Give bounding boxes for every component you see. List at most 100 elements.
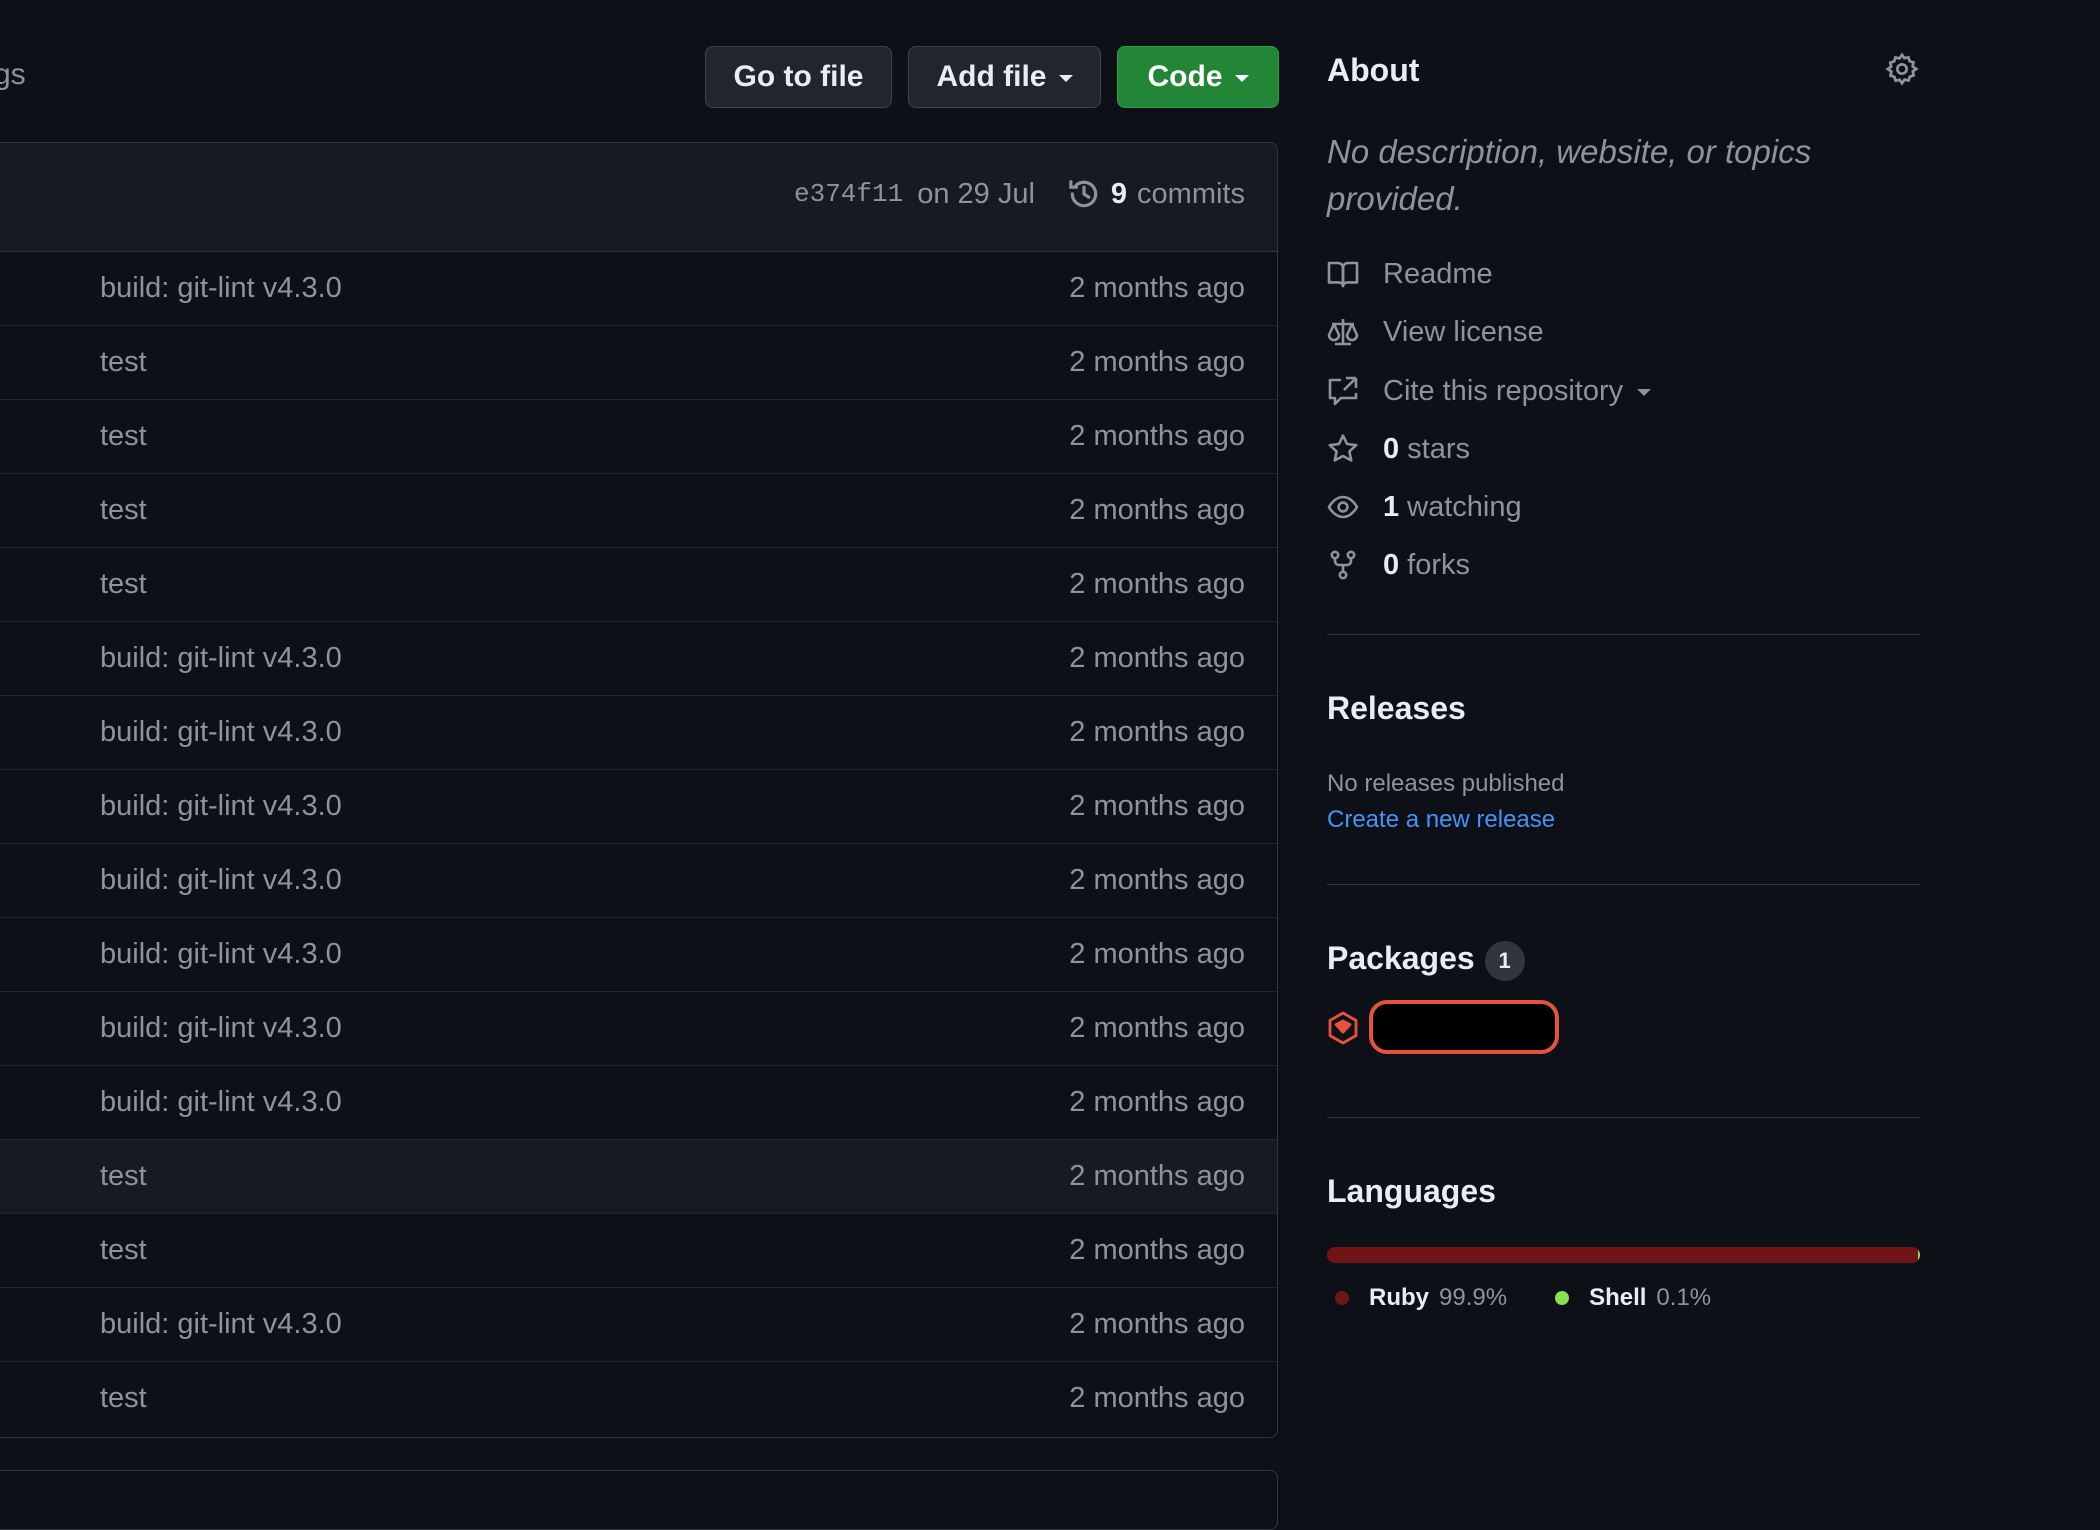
license-link[interactable]: View license xyxy=(1327,312,1544,352)
commit-message-link[interactable]: test xyxy=(100,1160,147,1193)
language-item[interactable]: Ruby 99.9% xyxy=(1335,1284,1507,1312)
about-title: About xyxy=(1327,52,1420,88)
commit-age: 2 months ago xyxy=(1069,272,1245,304)
watching-link[interactable]: 1 watching xyxy=(1327,487,1522,527)
readme-link[interactable]: Readme xyxy=(1327,254,1493,294)
commits-link[interactable]: 9 commits xyxy=(1067,177,1245,211)
gear-icon[interactable] xyxy=(1885,52,1919,86)
language-color-dot xyxy=(1555,1291,1570,1305)
section-divider xyxy=(1327,634,1920,635)
file-row[interactable]: build: git-lint v4.3.0 2 months ago xyxy=(0,1066,1277,1140)
languages-bar xyxy=(1327,1247,1920,1263)
file-row[interactable]: test 2 months ago xyxy=(0,548,1277,622)
file-row[interactable]: test 2 months ago xyxy=(0,1362,1277,1436)
code-button[interactable]: Code xyxy=(1117,46,1279,108)
language-bar-segment xyxy=(1918,1247,1920,1263)
packages-heading: Packages 1 xyxy=(1327,940,1525,981)
file-row[interactable]: test 2 months ago xyxy=(0,400,1277,474)
commit-message-link[interactable]: build: git-lint v4.3.0 xyxy=(100,272,342,305)
go-to-file-button[interactable]: Go to file xyxy=(705,46,892,108)
eye-icon xyxy=(1327,495,1359,519)
commit-date: on 29 Jul xyxy=(917,177,1035,210)
file-row[interactable]: build: git-lint v4.3.0 2 months ago xyxy=(0,622,1277,696)
caret-down-icon xyxy=(1637,389,1652,396)
commit-age: 2 months ago xyxy=(1069,790,1245,822)
file-row[interactable]: test 2 months ago xyxy=(0,1140,1277,1214)
commit-age: 2 months ago xyxy=(1069,494,1245,526)
commit-message-link[interactable]: test xyxy=(100,1234,147,1267)
add-file-label: Add file xyxy=(936,60,1047,93)
package-link-redacted[interactable] xyxy=(1369,1000,1559,1054)
commit-age: 2 months ago xyxy=(1069,568,1245,600)
commit-age: 2 months ago xyxy=(1069,1234,1245,1266)
file-row[interactable]: build: git-lint v4.3.0 2 months ago xyxy=(0,1288,1277,1362)
commit-age: 2 months ago xyxy=(1069,1012,1245,1044)
commit-age: 2 months ago xyxy=(1069,1086,1245,1118)
forks-link[interactable]: 0 forks xyxy=(1327,545,1470,585)
cite-label: Cite this repository xyxy=(1383,374,1624,407)
latest-commit-header: e374f11 on 29 Jul 9 commits xyxy=(0,143,1277,252)
language-bar-segment xyxy=(1327,1247,1918,1263)
commit-message-link[interactable]: build: git-lint v4.3.0 xyxy=(100,864,342,897)
language-name: Shell xyxy=(1589,1284,1647,1311)
commit-message-link[interactable]: build: git-lint v4.3.0 xyxy=(100,716,342,749)
file-row[interactable]: build: git-lint v4.3.0 2 months ago xyxy=(0,918,1277,992)
commit-message-link[interactable]: build: git-lint v4.3.0 xyxy=(100,1012,342,1045)
readme-box xyxy=(0,1470,1278,1530)
stars-count: 0 xyxy=(1383,432,1400,465)
readme-label: Readme xyxy=(1383,257,1493,290)
commit-age: 2 months ago xyxy=(1069,716,1245,748)
stars-link[interactable]: 0 stars xyxy=(1327,429,1470,469)
add-file-button[interactable]: Add file xyxy=(908,46,1101,108)
commit-message-link[interactable]: test xyxy=(100,346,147,379)
file-list: e374f11 on 29 Jul 9 commits build: git-l… xyxy=(0,142,1278,1438)
commit-message-link[interactable]: test xyxy=(100,1382,147,1415)
law-scale-icon xyxy=(1327,319,1359,346)
file-row[interactable]: build: git-lint v4.3.0 2 months ago xyxy=(0,252,1277,326)
forks-count: 0 xyxy=(1383,548,1400,581)
releases-title[interactable]: Releases xyxy=(1327,690,1466,727)
history-icon xyxy=(1069,180,1098,208)
language-percent: 0.1% xyxy=(1656,1284,1712,1311)
commit-age: 2 months ago xyxy=(1069,420,1245,452)
language-item[interactable]: Shell 0.1% xyxy=(1555,1284,1711,1312)
file-row[interactable]: build: git-lint v4.3.0 2 months ago xyxy=(0,992,1277,1066)
code-label: Code xyxy=(1147,60,1223,93)
repo-description: No description, website, or topics provi… xyxy=(1327,133,1812,217)
language-percent: 99.9% xyxy=(1439,1284,1508,1311)
stars-label: stars xyxy=(1407,432,1470,465)
file-row[interactable]: build: git-lint v4.3.0 2 months ago xyxy=(0,844,1277,918)
book-icon xyxy=(1327,261,1359,288)
file-row[interactable]: test 2 months ago xyxy=(0,1214,1277,1288)
file-row[interactable]: test 2 months ago xyxy=(0,474,1277,548)
commit-message-link[interactable]: build: git-lint v4.3.0 xyxy=(100,642,342,675)
tags-link-fragment[interactable]: gs xyxy=(0,58,26,92)
caret-down-icon xyxy=(1234,75,1249,82)
create-release-link[interactable]: Create a new release xyxy=(1327,806,1555,834)
file-row[interactable]: build: git-lint v4.3.0 2 months ago xyxy=(0,696,1277,770)
languages-legend: Ruby 99.9% Shell 0.1% xyxy=(1335,1284,1711,1312)
cite-icon xyxy=(1328,376,1358,406)
commit-message-link[interactable]: build: git-lint v4.3.0 xyxy=(100,1308,342,1341)
license-label: View license xyxy=(1383,315,1544,348)
commit-age: 2 months ago xyxy=(1069,1382,1245,1414)
file-row[interactable]: test 2 months ago xyxy=(0,326,1277,400)
package-icon xyxy=(1328,1011,1358,1045)
section-divider xyxy=(1327,884,1920,885)
commit-message-link[interactable]: test xyxy=(100,420,147,453)
commit-message-link[interactable]: build: git-lint v4.3.0 xyxy=(100,1086,342,1119)
commit-message-link[interactable]: test xyxy=(100,494,147,527)
forks-label: forks xyxy=(1407,548,1470,581)
cite-repository-link[interactable]: Cite this repository xyxy=(1327,371,1652,411)
packages-title[interactable]: Packages xyxy=(1327,940,1475,976)
file-row[interactable]: build: git-lint v4.3.0 2 months ago xyxy=(0,770,1277,844)
commits-label: commits xyxy=(1137,177,1245,210)
commit-message-link[interactable]: build: git-lint v4.3.0 xyxy=(100,790,342,823)
packages-count-badge: 1 xyxy=(1484,940,1525,981)
star-icon xyxy=(1328,434,1358,462)
commit-age: 2 months ago xyxy=(1069,1160,1245,1192)
commit-message-link[interactable]: test xyxy=(100,568,147,601)
commit-sha-link[interactable]: e374f11 xyxy=(794,179,903,209)
section-divider xyxy=(1327,1117,1920,1118)
commit-message-link[interactable]: build: git-lint v4.3.0 xyxy=(100,938,342,971)
